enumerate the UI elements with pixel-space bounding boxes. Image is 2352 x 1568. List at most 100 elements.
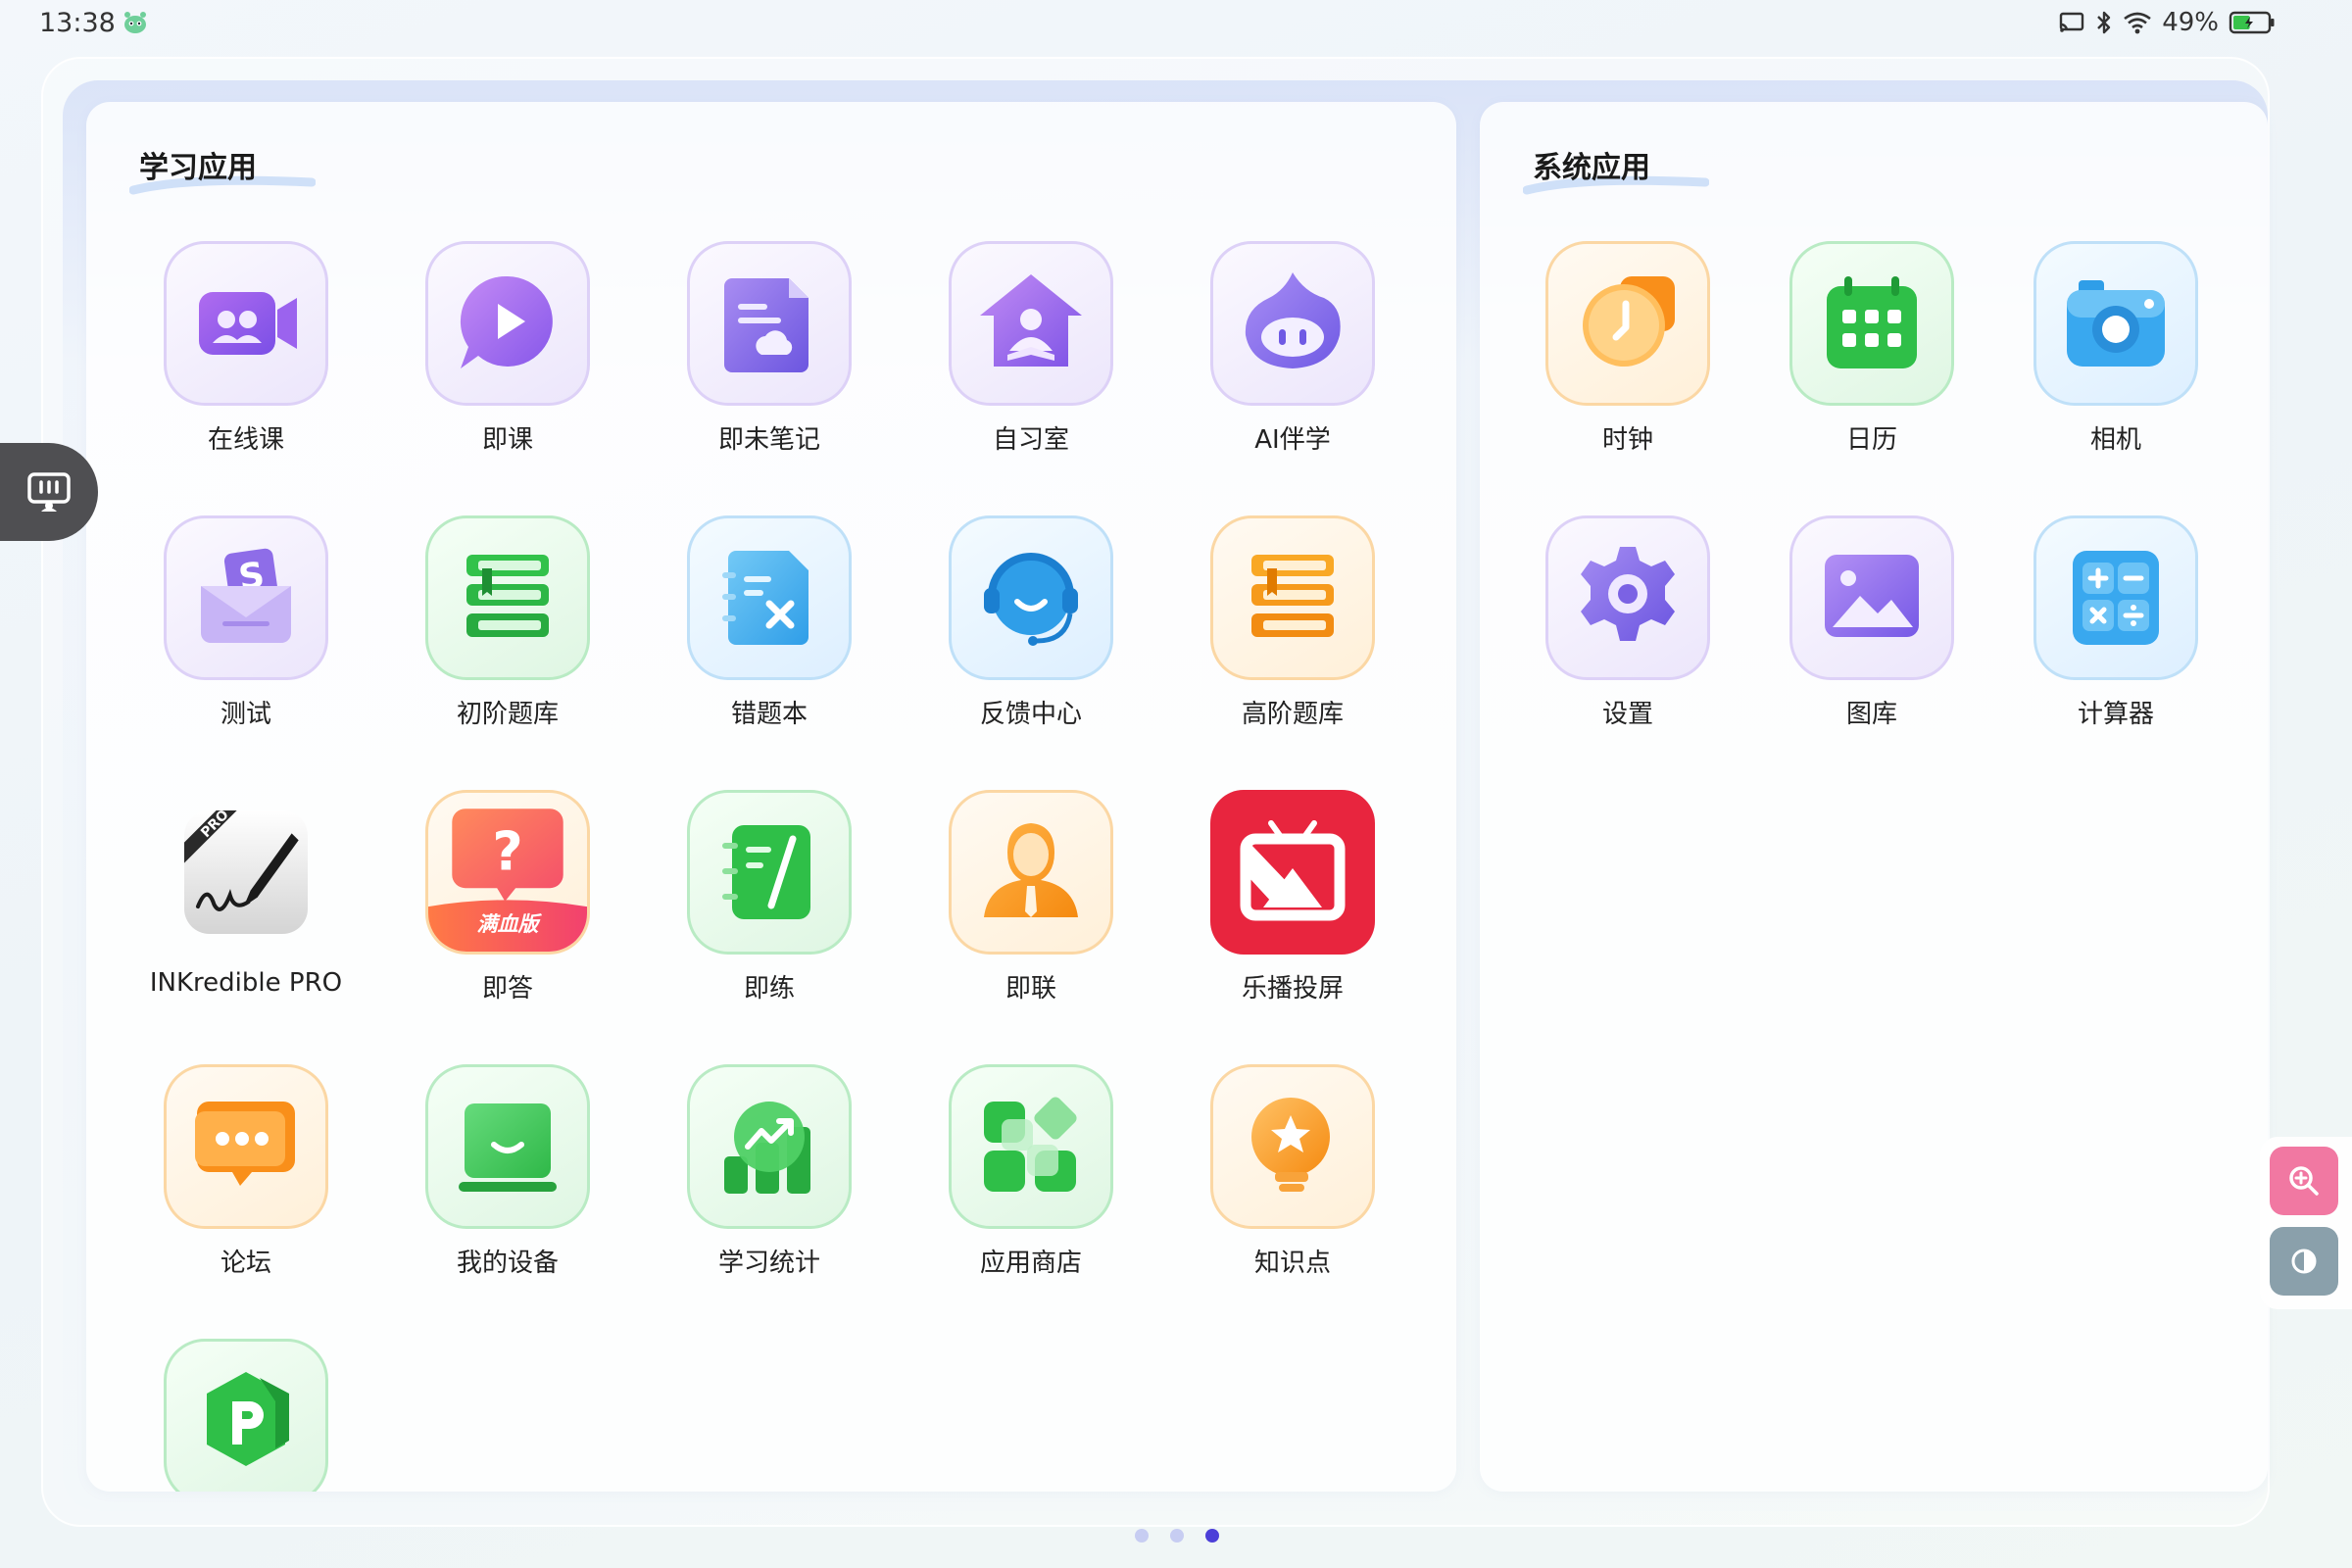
app-label: AI伴学 xyxy=(1254,425,1331,455)
app-jilian[interactable]: 即联 xyxy=(928,790,1134,1004)
cast-icon xyxy=(2060,12,2084,32)
full-version-badge: 满血版 xyxy=(476,912,539,936)
zoom-in-icon xyxy=(2289,1166,2319,1196)
screen-tool-icon xyxy=(27,472,71,512)
app-label: 测试 xyxy=(220,700,271,729)
app-label: 错题本 xyxy=(730,700,808,729)
app-calendar[interactable]: 日历 xyxy=(1769,241,1975,456)
svg-text:?: ? xyxy=(492,820,522,882)
page-dot[interactable] xyxy=(1135,1529,1149,1543)
contrast-button[interactable] xyxy=(2270,1227,2338,1296)
app-ai-companion[interactable]: AI伴学 xyxy=(1190,241,1396,456)
app-label: 乐播投屏 xyxy=(1241,974,1344,1004)
app-label: 日历 xyxy=(1845,425,1897,455)
app-notes[interactable]: 即未笔记 xyxy=(666,241,872,456)
app-test[interactable]: S 测试 xyxy=(143,515,349,730)
app-store[interactable]: 应用商店 xyxy=(928,1064,1134,1279)
online-class-icon xyxy=(199,292,297,355)
app-study-stats[interactable]: 学习统计 xyxy=(666,1064,872,1279)
app-forum[interactable]: 论坛 xyxy=(143,1064,349,1279)
app-label: 图库 xyxy=(1845,700,1897,729)
practice-icon xyxy=(722,825,810,919)
page-dot[interactable] xyxy=(1205,1529,1219,1543)
ai-companion-icon xyxy=(1245,272,1341,368)
app-inkredible[interactable]: PRO INKredible PRO xyxy=(143,790,349,998)
app-basic-bank[interactable]: 初阶题库 xyxy=(405,515,611,730)
app-jike[interactable]: 即课 xyxy=(405,241,611,456)
notes-icon xyxy=(724,278,808,372)
app-knowledge[interactable]: 知识点 xyxy=(1190,1064,1396,1279)
app-camera[interactable]: 相机 xyxy=(2013,241,2219,456)
app-my-device[interactable]: 我的设备 xyxy=(405,1064,611,1279)
app-study-room[interactable]: 自习室 xyxy=(928,241,1134,456)
learning-panel-title: 学习应用 xyxy=(139,151,257,185)
status-icons: 49% xyxy=(2058,8,2276,37)
app-lebo-cast[interactable]: 乐播投屏 xyxy=(1190,790,1396,1004)
app-jida[interactable]: ? 满血版 即答 xyxy=(405,790,611,1004)
learning-apps-panel: 学习应用 在线课 即课 即未笔记 自习室 AI伴学 S 测试 初阶题库 错题本 … xyxy=(86,102,1456,1492)
app-label: 时钟 xyxy=(1601,425,1653,455)
app-label: 即课 xyxy=(481,425,533,455)
app-feedback[interactable]: 反馈中心 xyxy=(928,515,1134,730)
study-stats-icon xyxy=(724,1102,810,1194)
app-label: 自习室 xyxy=(992,425,1069,455)
battery-percent: 49% xyxy=(2162,8,2219,37)
system-apps-panel: 系统应用 时钟 日历 相机 设置 图库 计算器 xyxy=(1480,102,2268,1492)
lebo-cast-icon xyxy=(1240,820,1346,921)
page-dot[interactable] xyxy=(1170,1529,1184,1543)
calendar-icon xyxy=(1827,276,1917,368)
app-label: 知识点 xyxy=(1253,1249,1331,1278)
status-bar: 13:38 49% xyxy=(0,0,2352,49)
app-online-class[interactable]: 在线课 xyxy=(143,241,349,456)
gallery-icon xyxy=(1825,555,1919,637)
app-label: 初阶题库 xyxy=(456,700,559,729)
app-label: 论坛 xyxy=(220,1249,271,1278)
wifi-icon xyxy=(2124,12,2151,34)
app-settings[interactable]: 设置 xyxy=(1525,515,1731,730)
contact-person-icon xyxy=(984,823,1078,917)
knowledge-bulb-icon xyxy=(1251,1098,1330,1192)
app-label: 学习统计 xyxy=(717,1249,820,1278)
forum-chat-icon xyxy=(195,1102,295,1186)
zoom-button[interactable] xyxy=(2270,1147,2338,1215)
advanced-question-bank-icon xyxy=(1251,555,1334,637)
bluetooth-icon xyxy=(2097,11,2111,34)
study-room-icon xyxy=(980,274,1082,367)
mascot-icon xyxy=(124,12,146,33)
app-practice[interactable]: 即练 xyxy=(666,790,872,1004)
clock-icon xyxy=(1583,276,1675,367)
app-label: 计算器 xyxy=(2077,700,2154,729)
app-calculator[interactable]: 计算器 xyxy=(2013,515,2219,730)
app-label: 我的设备 xyxy=(456,1249,559,1278)
settings-gear-icon xyxy=(1581,547,1675,641)
page-indicator xyxy=(1135,1529,1219,1543)
test-icon: S xyxy=(201,548,291,643)
app-p[interactable] xyxy=(143,1339,349,1492)
app-label: 即联 xyxy=(1004,974,1056,1004)
p-app-icon xyxy=(207,1372,289,1466)
app-gallery[interactable]: 图库 xyxy=(1769,515,1975,730)
floating-screen-tool[interactable] xyxy=(0,443,98,541)
floating-tools xyxy=(2260,1137,2352,1309)
camera-icon xyxy=(2067,280,2165,367)
my-device-icon xyxy=(459,1103,557,1192)
contrast-icon xyxy=(2291,1249,2317,1274)
app-label: 高阶题库 xyxy=(1241,700,1344,729)
app-mistake-book[interactable]: 错题本 xyxy=(666,515,872,730)
system-panel-title: 系统应用 xyxy=(1533,151,1650,185)
app-label: 即练 xyxy=(743,974,795,1004)
status-time: 13:38 xyxy=(39,8,116,38)
mistake-book-icon xyxy=(722,551,808,645)
feedback-headset-icon xyxy=(984,553,1078,646)
calculator-icon xyxy=(2073,551,2159,645)
app-label: 即未笔记 xyxy=(717,425,820,455)
inkredible-pen-icon: PRO xyxy=(184,807,308,934)
app-clock[interactable]: 时钟 xyxy=(1525,241,1731,456)
app-label: 在线课 xyxy=(207,425,284,455)
app-store-icon xyxy=(984,1097,1077,1192)
play-course-icon xyxy=(460,275,553,368)
app-label: 反馈中心 xyxy=(979,700,1082,729)
app-label: 设置 xyxy=(1601,700,1653,729)
app-label: 相机 xyxy=(2089,425,2141,455)
app-advanced-bank[interactable]: 高阶题库 xyxy=(1190,515,1396,730)
